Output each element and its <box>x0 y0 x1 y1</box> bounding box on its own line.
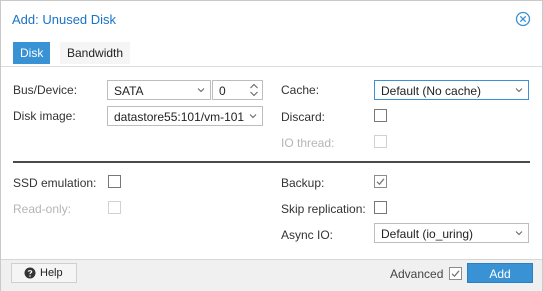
chevron-down-icon <box>249 114 257 119</box>
discard-label: Discard: <box>281 110 326 124</box>
ssd-emulation-label: SSD emulation: <box>13 176 97 190</box>
close-icon[interactable] <box>515 11 531 27</box>
help-button-label: Help <box>40 267 63 279</box>
disk-image-value: datastore55:101/vm-101-disk-0 <box>114 110 244 124</box>
checkmark-icon <box>451 270 460 278</box>
device-index-value: 0 <box>219 84 226 98</box>
read-only-checkbox <box>108 201 121 214</box>
advanced-label: Advanced <box>390 267 444 281</box>
tab-disk[interactable]: Disk <box>13 42 51 64</box>
tab-underline <box>1 66 542 67</box>
add-button[interactable]: Add <box>467 263 533 283</box>
backup-label: Backup: <box>281 176 325 190</box>
cache-select[interactable]: Default (No cache) <box>374 80 529 100</box>
cache-select-value: Default (No cache) <box>381 84 482 98</box>
async-io-select[interactable]: Default (io_uring) <box>374 223 529 243</box>
chevron-down-icon <box>515 231 523 236</box>
advanced-checkbox[interactable] <box>449 267 462 280</box>
disk-image-label: Disk image: <box>13 109 76 123</box>
async-io-value: Default (io_uring) <box>381 227 474 241</box>
device-index-stepper[interactable]: 0 <box>212 80 263 100</box>
skip-replication-label: Skip replication: <box>281 202 366 216</box>
cache-label: Cache: <box>281 83 320 97</box>
help-button[interactable]: Help <box>11 263 77 283</box>
chevron-down-icon <box>197 88 205 93</box>
read-only-label: Read-only: <box>13 202 72 216</box>
add-unused-disk-dialog: Add: Unused Disk Disk Bandwidth Bus/Devi… <box>0 0 543 291</box>
disk-image-select[interactable]: datastore55:101/vm-101-disk-0 <box>107 106 263 126</box>
bus-device-label: Bus/Device: <box>13 83 78 97</box>
bus-select[interactable]: SATA <box>107 80 211 100</box>
dialog-titlebar: Add: Unused Disk <box>1 1 542 37</box>
discard-checkbox[interactable] <box>374 109 387 122</box>
section-divider <box>13 161 530 163</box>
bus-select-value: SATA <box>114 84 144 98</box>
io-thread-checkbox <box>374 135 387 148</box>
skip-replication-checkbox[interactable] <box>374 201 387 214</box>
backup-checkbox[interactable] <box>374 175 387 188</box>
dialog-title: Add: Unused Disk <box>12 12 117 27</box>
ssd-emulation-checkbox[interactable] <box>108 175 121 188</box>
checkmark-icon <box>376 178 385 186</box>
chevron-down-icon <box>515 88 523 93</box>
question-circle-icon <box>24 267 36 279</box>
tab-bandwidth[interactable]: Bandwidth <box>60 42 131 64</box>
spinner-arrows-icon[interactable] <box>249 82 259 98</box>
io-thread-label: IO thread: <box>281 136 335 150</box>
async-io-label: Async IO: <box>281 228 334 242</box>
add-button-label: Add <box>489 267 511 281</box>
